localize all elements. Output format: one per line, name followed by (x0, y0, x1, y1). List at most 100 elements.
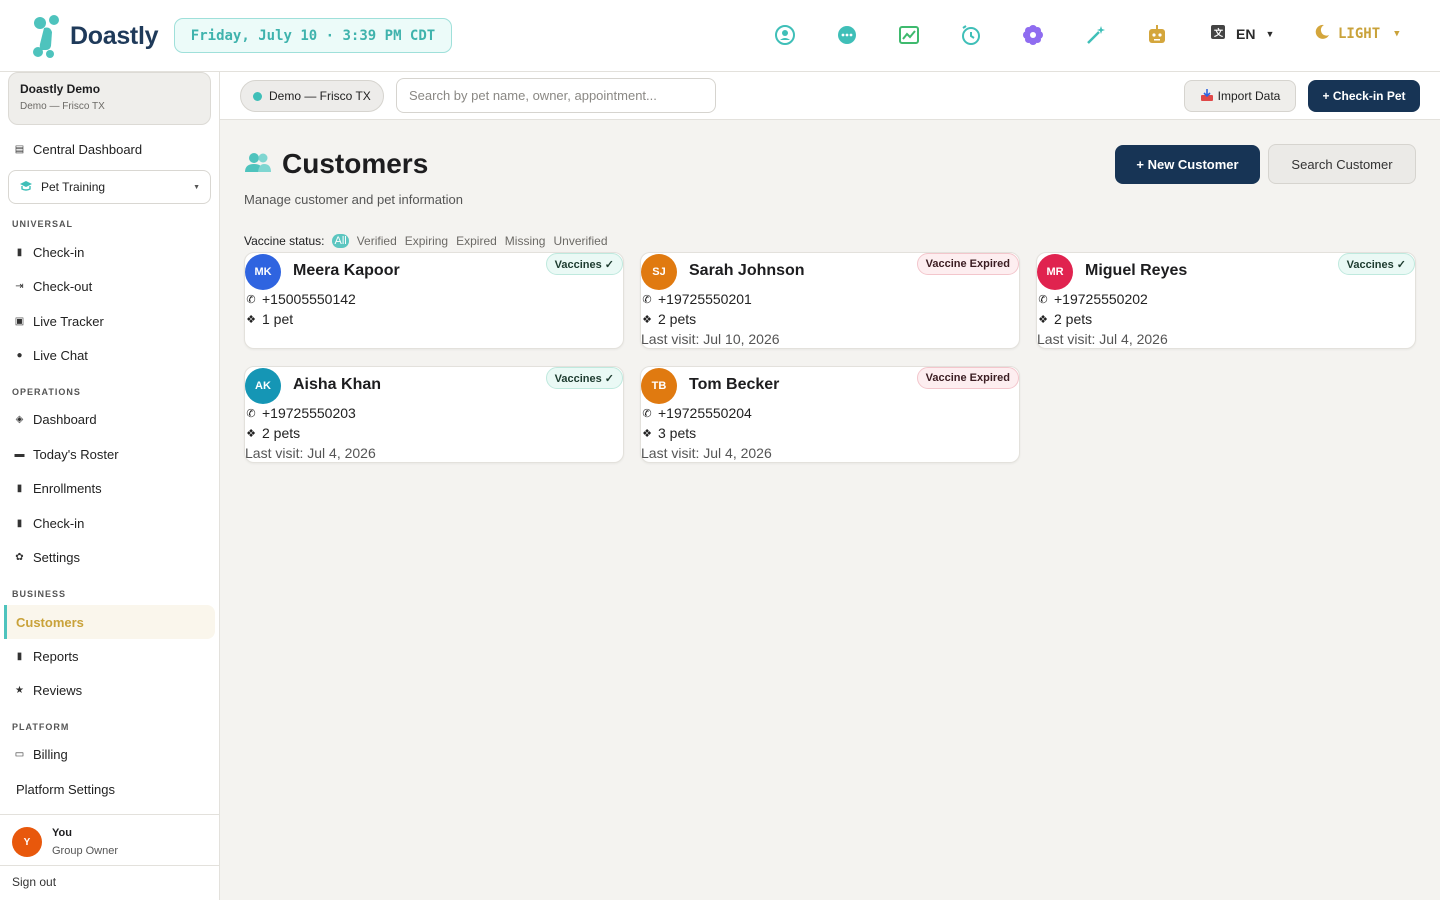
filter-unverified[interactable]: Unverified (553, 234, 607, 248)
sidebar-item-dashboard[interactable]: ◈ Dashboard (12, 409, 97, 429)
sidebar-item-check-in[interactable]: ▮ Check-in (12, 242, 85, 262)
inbox-tray-icon (1200, 88, 1214, 105)
chevron-down-icon: ▼ (193, 183, 200, 191)
sidebar-item-billing[interactable]: ▭ Billing (12, 744, 68, 764)
sidebar-item-check-out[interactable]: ⇥ Check-out (12, 276, 92, 296)
last-visit: Last visit: Jul 4, 2026 (641, 445, 772, 461)
magic-wand-icon[interactable] (1083, 22, 1109, 48)
paw-icon: ❖ (642, 313, 652, 326)
exit-icon: ⇥ (15, 280, 24, 292)
sidebar-item-platform-settings[interactable]: Platform Settings (16, 779, 115, 799)
customer-card[interactable]: SJ Sarah Johnson Vaccine Expired ✆ +1972… (640, 252, 1020, 349)
sidebar-item-check-in-ops[interactable]: ▮ Check-in (12, 513, 85, 533)
clipboard-icon: ▮ (16, 517, 23, 529)
sidebar-item-todays-roster[interactable]: ▬ Today's Roster (12, 444, 119, 464)
paw-icon: ❖ (1038, 313, 1048, 326)
star-icon: ★ (15, 684, 24, 696)
theme-selector[interactable]: LIGHT ▼ (1314, 24, 1400, 44)
sidebar-item-live-chat[interactable]: ● Live Chat (12, 345, 87, 365)
sub-header: Demo — Frisco TX Import Data + Check-in … (220, 72, 1440, 120)
dog-logo-icon (30, 14, 64, 58)
chevron-down-icon: ▼ (1265, 28, 1275, 39)
gear-icon: ✿ (15, 551, 24, 563)
vaccine-status-badge: Vaccines ✓ (1337, 253, 1415, 275)
top-bar: Doastly Friday, July 10 · 3:39 PM CDT 文 … (0, 0, 1440, 72)
sign-out-link[interactable]: Sign out (12, 875, 56, 889)
robot-icon[interactable] (1144, 22, 1170, 48)
sidebar: Doastly Demo Demo — Frisco TX ▤ Central … (0, 72, 220, 900)
filter-expiring[interactable]: Expiring (405, 234, 448, 248)
user-profile[interactable]: Y You Group Owner (0, 814, 219, 866)
moon-icon (1314, 24, 1330, 44)
avatar: MR (1037, 254, 1073, 290)
avatar: SJ (641, 254, 677, 290)
avatar: MK (245, 254, 281, 290)
status-dot-icon (253, 91, 262, 101)
chart-icon[interactable] (896, 22, 922, 48)
filter-missing[interactable]: Missing (505, 234, 546, 248)
paw-icon: ❖ (642, 427, 652, 440)
clipboard-icon: ▮ (16, 650, 23, 662)
sidebar-item-central-dashboard[interactable]: ▤ Central Dashboard (12, 139, 142, 159)
phone-icon: ✆ (1038, 293, 1048, 306)
filter-verified[interactable]: Verified (357, 234, 397, 248)
chat-icon[interactable] (834, 22, 860, 48)
sidebar-item-enrollments[interactable]: ▮ Enrollments (12, 478, 102, 498)
vaccine-status-filter: Vaccine status: All Verified Expiring Ex… (244, 234, 608, 248)
flower-icon[interactable] (1020, 22, 1046, 48)
language-selector[interactable]: 文 EN ▼ (1210, 24, 1274, 43)
speech-bubble-icon: ● (16, 349, 23, 361)
customer-card[interactable]: MR Miguel Reyes Vaccines ✓ ✆ +1972555020… (1036, 252, 1416, 349)
customer-card[interactable]: AK Aisha Khan Vaccines ✓ ✆ +19725550203 … (244, 366, 624, 463)
filter-expired[interactable]: Expired (456, 234, 497, 248)
brand-name: Doastly (70, 21, 159, 50)
dashboard-icon: ▤ (14, 143, 25, 155)
check-in-pet-button[interactable]: + Check-in Pet (1308, 80, 1420, 112)
avatar: TB (641, 368, 677, 404)
sidebar-item-reviews[interactable]: ★ Reviews (12, 680, 82, 700)
last-visit: Last visit: Jul 4, 2026 (1037, 331, 1168, 347)
customer-phone: ✆ +19725550203 (246, 405, 356, 421)
logo[interactable]: Doastly (30, 14, 159, 58)
customer-name: Miguel Reyes (1085, 262, 1188, 279)
org-switcher[interactable]: Doastly Demo Demo — Frisco TX (8, 72, 211, 125)
theme-label: LIGHT (1338, 26, 1381, 42)
clipboard-icon: ▮ (16, 246, 23, 258)
section-operations: OPERATIONS (12, 387, 81, 397)
filter-all[interactable]: All (332, 234, 349, 248)
customer-card[interactable]: TB Tom Becker Vaccine Expired ✆ +1972555… (640, 366, 1020, 463)
clock-icon[interactable] (958, 22, 984, 48)
translate-icon: 文 (1210, 24, 1226, 43)
location-pill[interactable]: Demo — Frisco TX (240, 80, 384, 112)
sidebar-item-customers[interactable]: Customers (4, 605, 215, 639)
phone-icon: ✆ (642, 293, 652, 306)
avatar: AK (245, 368, 281, 404)
credit-card-icon: ▭ (14, 748, 25, 760)
sidebar-item-settings[interactable]: ✿ Settings (12, 547, 80, 567)
global-search-input[interactable] (396, 78, 716, 113)
support-icon[interactable] (772, 22, 798, 48)
avatar: Y (12, 827, 42, 857)
page-header: Customers (244, 148, 428, 180)
sidebar-item-reports[interactable]: ▮ Reports (12, 646, 79, 666)
mode-selector[interactable]: Pet Training ▼ (8, 170, 211, 204)
last-visit: Last visit: Jul 10, 2026 (641, 331, 780, 347)
vaccine-status-badge: Vaccine Expired (916, 367, 1019, 389)
search-customer-button[interactable]: Search Customer (1268, 144, 1416, 184)
customer-phone: ✆ +19725550201 (642, 291, 752, 307)
vaccine-status-badge: Vaccine Expired (916, 253, 1019, 275)
new-customer-button[interactable]: + New Customer (1115, 145, 1260, 184)
customer-pets: ❖ 2 pets (1038, 311, 1093, 327)
import-data-button[interactable]: Import Data (1184, 80, 1296, 112)
last-visit: Last visit: Jul 4, 2026 (245, 445, 376, 461)
customer-name: Tom Becker (689, 376, 780, 393)
vaccine-status-badge: Vaccines ✓ (545, 367, 623, 389)
page-title: Customers (282, 148, 429, 179)
customer-card[interactable]: MK Meera Kapoor Vaccines ✓ ✆ +1500555014… (244, 252, 624, 349)
section-universal: UNIVERSAL (12, 219, 74, 229)
graduation-cap-icon (19, 180, 33, 195)
graduation-cap-icon: ◈ (15, 413, 24, 425)
paw-icon: ❖ (246, 427, 256, 440)
sidebar-item-live-tracker[interactable]: ▣ Live Tracker (12, 311, 104, 331)
filter-label: Vaccine status: (244, 234, 325, 248)
